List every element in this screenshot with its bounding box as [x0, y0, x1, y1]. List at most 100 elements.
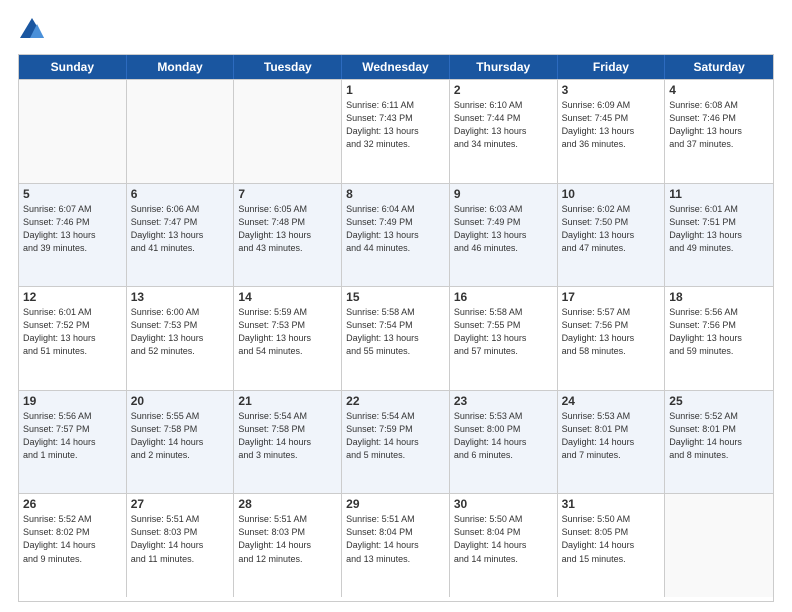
calendar-cell: 22Sunrise: 5:54 AM Sunset: 7:59 PM Dayli…	[342, 391, 450, 494]
calendar-cell	[665, 494, 773, 597]
cell-info: Sunrise: 6:03 AM Sunset: 7:49 PM Dayligh…	[454, 203, 553, 255]
cell-info: Sunrise: 5:54 AM Sunset: 7:58 PM Dayligh…	[238, 410, 337, 462]
cell-info: Sunrise: 5:58 AM Sunset: 7:54 PM Dayligh…	[346, 306, 445, 358]
cell-info: Sunrise: 6:09 AM Sunset: 7:45 PM Dayligh…	[562, 99, 661, 151]
day-number: 26	[23, 497, 122, 511]
day-number: 28	[238, 497, 337, 511]
day-number: 27	[131, 497, 230, 511]
cell-info: Sunrise: 5:50 AM Sunset: 8:04 PM Dayligh…	[454, 513, 553, 565]
calendar-cell: 12 Sunrise: 6:01 AM Sunset: 7:52 PM Dayli…	[19, 287, 127, 390]
weekday-header: Tuesday	[234, 55, 342, 79]
day-number: 8	[346, 187, 445, 201]
calendar-cell	[234, 80, 342, 183]
calendar-cell: 3 Sunrise: 6:09 AM Sunset: 7:45 PM Daylig…	[558, 80, 666, 183]
day-number: 16	[454, 290, 553, 304]
cell-info: Sunrise: 5:57 AM Sunset: 7:56 PM Dayligh…	[562, 306, 661, 358]
calendar-cell: 28 Sunrise: 5:51 AM Sunset: 8:03 PM Dayli…	[234, 494, 342, 597]
calendar-cell: 24 Sunrise: 5:53 AM Sunset: 8:01 PM Dayli…	[558, 391, 666, 494]
cell-info: Sunrise: 6:01 AM Sunset: 7:51 PM Dayligh…	[669, 203, 769, 255]
day-number: 6	[131, 187, 230, 201]
calendar-cell: 25 Sunrise: 5:52 AM Sunset: 8:01 PM Dayli…	[665, 391, 773, 494]
cell-info: Sunrise: 6:01 AM Sunset: 7:52 PM Dayligh…	[23, 306, 122, 358]
calendar-cell: 27 Sunrise: 5:51 AM Sunset: 8:03 PM Dayli…	[127, 494, 235, 597]
calendar-cell: 6 Sunrise: 6:06 AM Sunset: 7:47 PM Daylig…	[127, 184, 235, 287]
calendar-row: 26 Sunrise: 5:52 AM Sunset: 8:02 PM Dayli…	[19, 493, 773, 597]
cell-info: Sunrise: 5:52 AM Sunset: 8:02 PM Dayligh…	[23, 513, 122, 565]
header	[18, 16, 774, 44]
weekday-header: Thursday	[450, 55, 558, 79]
cell-info: Sunrise: 6:04 AM Sunset: 7:49 PM Dayligh…	[346, 203, 445, 255]
day-number: 12	[23, 290, 122, 304]
calendar-cell: 26 Sunrise: 5:52 AM Sunset: 8:02 PM Dayli…	[19, 494, 127, 597]
calendar-cell: 30 Sunrise: 5:50 AM Sunset: 8:04 PM Dayli…	[450, 494, 558, 597]
cell-info: Sunrise: 5:59 AM Sunset: 7:53 PM Dayligh…	[238, 306, 337, 358]
day-number: 31	[562, 497, 661, 511]
calendar-cell: 8 Sunrise: 6:04 AM Sunset: 7:49 PM Daylig…	[342, 184, 450, 287]
calendar-cell: 10Sunrise: 6:02 AM Sunset: 7:50 PM Dayli…	[558, 184, 666, 287]
day-number: 11	[669, 187, 769, 201]
cell-info: Sunrise: 6:06 AM Sunset: 7:47 PM Dayligh…	[131, 203, 230, 255]
calendar-cell: 2 Sunrise: 6:10 AM Sunset: 7:44 PM Daylig…	[450, 80, 558, 183]
day-number: 30	[454, 497, 553, 511]
cell-info: Sunrise: 5:55 AM Sunset: 7:58 PM Dayligh…	[131, 410, 230, 462]
calendar-cell: 13Sunrise: 6:00 AM Sunset: 7:53 PM Dayli…	[127, 287, 235, 390]
calendar-cell: 9Sunrise: 6:03 AM Sunset: 7:49 PM Daylig…	[450, 184, 558, 287]
cell-info: Sunrise: 5:52 AM Sunset: 8:01 PM Dayligh…	[669, 410, 769, 462]
cell-info: Sunrise: 6:07 AM Sunset: 7:46 PM Dayligh…	[23, 203, 122, 255]
calendar-cell: 21Sunrise: 5:54 AM Sunset: 7:58 PM Dayli…	[234, 391, 342, 494]
weekday-header: Saturday	[665, 55, 773, 79]
calendar-row: 1 Sunrise: 6:11 AM Sunset: 7:43 PM Daylig…	[19, 79, 773, 183]
calendar-cell: 4 Sunrise: 6:08 AM Sunset: 7:46 PM Daylig…	[665, 80, 773, 183]
day-number: 29	[346, 497, 445, 511]
calendar-header: SundayMondayTuesdayWednesdayThursdayFrid…	[19, 55, 773, 79]
day-number: 22	[346, 394, 445, 408]
day-number: 19	[23, 394, 122, 408]
calendar-cell: 16Sunrise: 5:58 AM Sunset: 7:55 PM Dayli…	[450, 287, 558, 390]
cell-info: Sunrise: 5:51 AM Sunset: 8:03 PM Dayligh…	[238, 513, 337, 565]
calendar-cell: 11 Sunrise: 6:01 AM Sunset: 7:51 PM Dayli…	[665, 184, 773, 287]
calendar-cell: 7 Sunrise: 6:05 AM Sunset: 7:48 PM Daylig…	[234, 184, 342, 287]
calendar-row: 19 Sunrise: 5:56 AM Sunset: 7:57 PM Dayli…	[19, 390, 773, 494]
cell-info: Sunrise: 5:53 AM Sunset: 8:01 PM Dayligh…	[562, 410, 661, 462]
weekday-header: Wednesday	[342, 55, 450, 79]
calendar-cell: 1 Sunrise: 6:11 AM Sunset: 7:43 PM Daylig…	[342, 80, 450, 183]
calendar-cell: 15 Sunrise: 5:58 AM Sunset: 7:54 PM Dayli…	[342, 287, 450, 390]
calendar-cell: 31 Sunrise: 5:50 AM Sunset: 8:05 PM Dayli…	[558, 494, 666, 597]
cell-info: Sunrise: 6:11 AM Sunset: 7:43 PM Dayligh…	[346, 99, 445, 151]
calendar-cell: 18Sunrise: 5:56 AM Sunset: 7:56 PM Dayli…	[665, 287, 773, 390]
day-number: 3	[562, 83, 661, 97]
weekday-header: Sunday	[19, 55, 127, 79]
day-number: 7	[238, 187, 337, 201]
calendar-row: 12 Sunrise: 6:01 AM Sunset: 7:52 PM Dayli…	[19, 286, 773, 390]
calendar-row: 5 Sunrise: 6:07 AM Sunset: 7:46 PM Daylig…	[19, 183, 773, 287]
calendar-body: 1 Sunrise: 6:11 AM Sunset: 7:43 PM Daylig…	[19, 79, 773, 597]
logo-icon	[18, 16, 46, 44]
calendar-cell: 23Sunrise: 5:53 AM Sunset: 8:00 PM Dayli…	[450, 391, 558, 494]
calendar-cell	[19, 80, 127, 183]
calendar-cell: 19 Sunrise: 5:56 AM Sunset: 7:57 PM Dayli…	[19, 391, 127, 494]
day-number: 13	[131, 290, 230, 304]
calendar-cell: 14Sunrise: 5:59 AM Sunset: 7:53 PM Dayli…	[234, 287, 342, 390]
page: SundayMondayTuesdayWednesdayThursdayFrid…	[0, 0, 792, 612]
day-number: 4	[669, 83, 769, 97]
calendar: SundayMondayTuesdayWednesdayThursdayFrid…	[18, 54, 774, 602]
calendar-cell	[127, 80, 235, 183]
day-number: 25	[669, 394, 769, 408]
cell-info: Sunrise: 6:05 AM Sunset: 7:48 PM Dayligh…	[238, 203, 337, 255]
logo	[18, 16, 50, 44]
cell-info: Sunrise: 6:02 AM Sunset: 7:50 PM Dayligh…	[562, 203, 661, 255]
cell-info: Sunrise: 5:51 AM Sunset: 8:04 PM Dayligh…	[346, 513, 445, 565]
day-number: 2	[454, 83, 553, 97]
calendar-cell: 20Sunrise: 5:55 AM Sunset: 7:58 PM Dayli…	[127, 391, 235, 494]
day-number: 1	[346, 83, 445, 97]
cell-info: Sunrise: 5:56 AM Sunset: 7:57 PM Dayligh…	[23, 410, 122, 462]
cell-info: Sunrise: 5:51 AM Sunset: 8:03 PM Dayligh…	[131, 513, 230, 565]
day-number: 24	[562, 394, 661, 408]
day-number: 15	[346, 290, 445, 304]
day-number: 5	[23, 187, 122, 201]
cell-info: Sunrise: 6:08 AM Sunset: 7:46 PM Dayligh…	[669, 99, 769, 151]
calendar-cell: 17Sunrise: 5:57 AM Sunset: 7:56 PM Dayli…	[558, 287, 666, 390]
day-number: 23	[454, 394, 553, 408]
cell-info: Sunrise: 5:50 AM Sunset: 8:05 PM Dayligh…	[562, 513, 661, 565]
cell-info: Sunrise: 6:10 AM Sunset: 7:44 PM Dayligh…	[454, 99, 553, 151]
